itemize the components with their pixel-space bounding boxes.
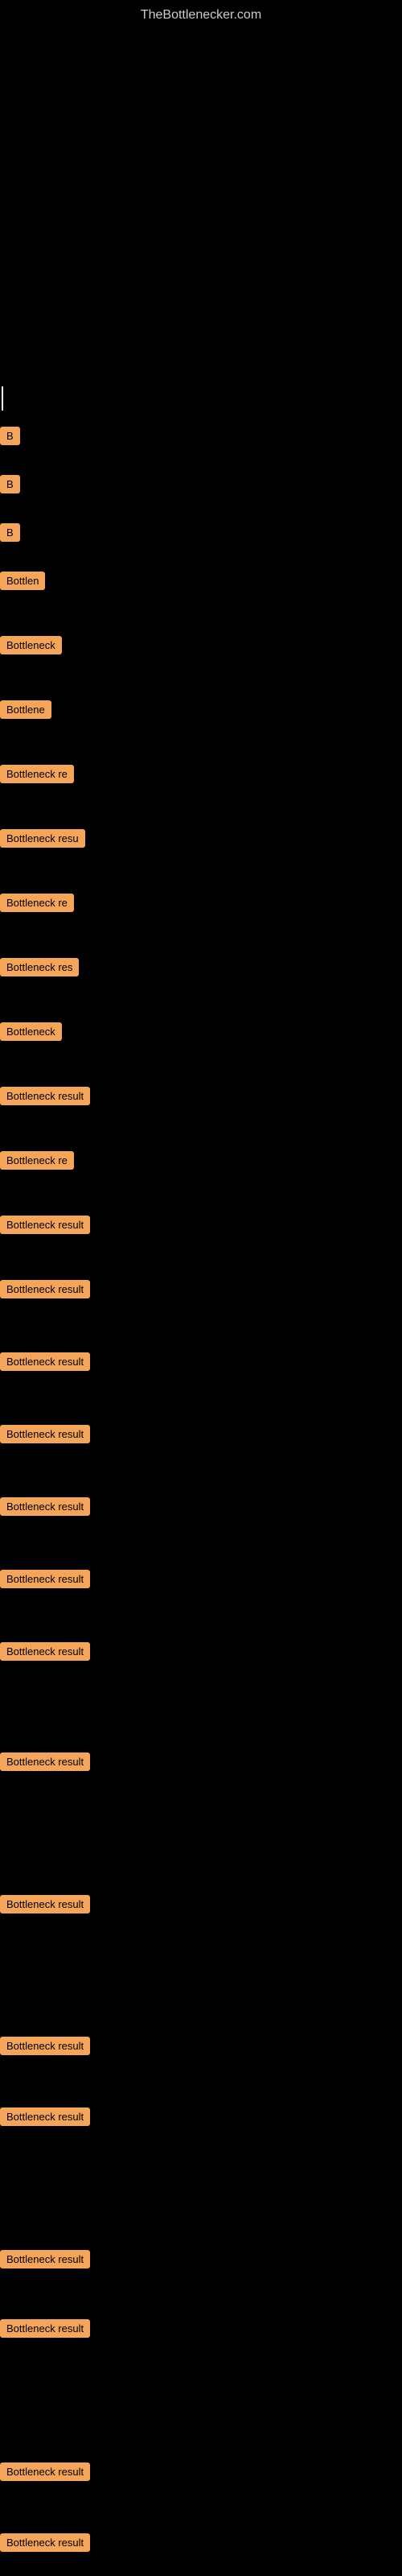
bottleneck-result-label: Bottleneck result bbox=[0, 1216, 90, 1234]
bottleneck-result-label: Bottleneck result bbox=[0, 1642, 90, 1661]
bottleneck-result-label: Bottleneck result bbox=[0, 1280, 90, 1298]
bottleneck-result-label: B bbox=[0, 523, 20, 542]
bottleneck-result-label: Bottleneck bbox=[0, 636, 62, 654]
bottleneck-result-label: Bottleneck result bbox=[0, 2107, 90, 2126]
bottleneck-result-label: Bottleneck result bbox=[0, 1352, 90, 1371]
bottleneck-result-label: Bottleneck result bbox=[0, 2250, 90, 2268]
bottleneck-result-label: Bottleneck result bbox=[0, 1425, 90, 1443]
bottleneck-result-label: Bottleneck result bbox=[0, 1570, 90, 1588]
bottleneck-result-label: Bottleneck result bbox=[0, 2037, 90, 2055]
bottleneck-result-label: Bottleneck result bbox=[0, 2462, 90, 2481]
bottleneck-result-label: Bottleneck bbox=[0, 1022, 62, 1041]
bottleneck-result-label: Bottleneck re bbox=[0, 894, 74, 912]
bottleneck-result-label: Bottleneck resu bbox=[0, 829, 85, 848]
bottleneck-result-label: Bottleneck result bbox=[0, 2319, 90, 2338]
bottleneck-result-label: Bottleneck re bbox=[0, 765, 74, 783]
site-title: TheBottlenecker.com bbox=[0, 0, 402, 27]
bottleneck-result-label: B bbox=[0, 427, 20, 445]
bottleneck-result-label: Bottleneck re bbox=[0, 1151, 74, 1170]
bottleneck-result-label: Bottleneck result bbox=[0, 2533, 90, 2552]
bottleneck-result-label: Bottleneck result bbox=[0, 1895, 90, 1913]
bottleneck-result-label: Bottleneck res bbox=[0, 958, 79, 976]
cursor-line bbox=[2, 386, 3, 411]
main-content: TheBottlenecker.com B B B Bottlen Bottleneck… bbox=[0, 0, 402, 2576]
bottleneck-result-label: B bbox=[0, 475, 20, 493]
bottleneck-result-label: Bottleneck result bbox=[0, 1497, 90, 1516]
bottleneck-result-label: Bottlen bbox=[0, 572, 45, 590]
bottleneck-result-label: Bottleneck result bbox=[0, 1752, 90, 1771]
bottleneck-result-label: Bottlene bbox=[0, 700, 51, 719]
bottleneck-result-label: Bottleneck result bbox=[0, 1087, 90, 1105]
